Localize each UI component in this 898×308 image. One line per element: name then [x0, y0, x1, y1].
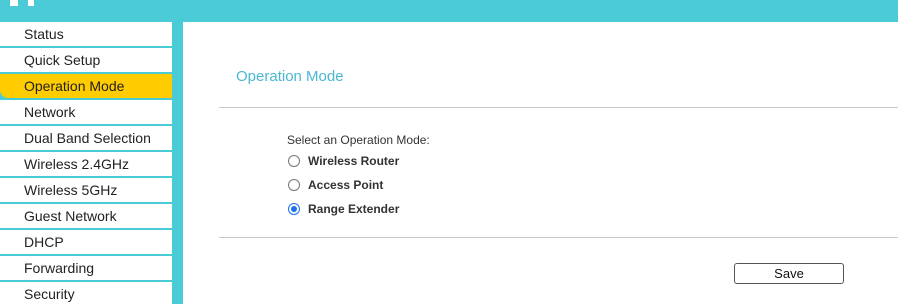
- sidebar-item-network[interactable]: Network: [0, 100, 172, 124]
- option-label: Range Extender: [308, 202, 400, 216]
- option-access-point[interactable]: Access Point: [288, 178, 383, 192]
- sidebar-item-wireless-2-4ghz[interactable]: Wireless 2.4GHz: [0, 152, 172, 176]
- operation-mode-prompt: Select an Operation Mode:: [287, 133, 430, 147]
- sidebar-item-security[interactable]: Security: [0, 282, 172, 306]
- divider: [219, 237, 898, 238]
- sidebar-menu: Status Quick Setup Operation Mode Networ…: [0, 22, 172, 308]
- sidebar-item-operation-mode[interactable]: Operation Mode: [0, 74, 172, 98]
- page-title: Operation Mode: [236, 68, 344, 85]
- brand-logo: [10, 0, 34, 6]
- top-header-bar: [0, 0, 898, 22]
- sidebar-item-dhcp[interactable]: DHCP: [0, 230, 172, 254]
- option-wireless-router[interactable]: Wireless Router: [288, 154, 399, 168]
- option-range-extender[interactable]: Range Extender: [288, 202, 399, 216]
- option-label: Wireless Router: [308, 154, 400, 168]
- divider: [219, 107, 898, 108]
- sidebar-item-wireless-5ghz[interactable]: Wireless 5GHz: [0, 178, 172, 202]
- sidebar: Status Quick Setup Operation Mode Networ…: [0, 22, 183, 306]
- save-button[interactable]: Save: [734, 263, 844, 284]
- sidebar-item-dual-band-selection[interactable]: Dual Band Selection: [0, 126, 172, 150]
- main-content: Operation Mode Select an Operation Mode:…: [183, 22, 898, 304]
- sidebar-item-quick-setup[interactable]: Quick Setup: [0, 48, 172, 72]
- radio-access-point[interactable]: [288, 179, 300, 191]
- sidebar-item-guest-network[interactable]: Guest Network: [0, 204, 172, 228]
- option-label: Access Point: [308, 178, 384, 192]
- radio-range-extender[interactable]: [288, 203, 300, 215]
- sidebar-item-forwarding[interactable]: Forwarding: [0, 256, 172, 280]
- sidebar-item-status[interactable]: Status: [0, 22, 172, 46]
- radio-wireless-router[interactable]: [288, 155, 300, 167]
